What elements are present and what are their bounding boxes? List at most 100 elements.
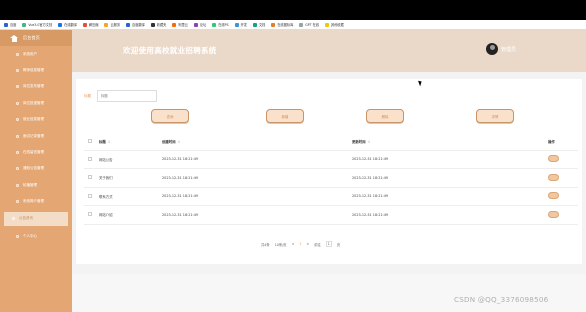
sort-icon[interactable]: ⇕ bbox=[368, 140, 371, 144]
row-checkbox[interactable] bbox=[88, 175, 92, 180]
bookmark-item[interactable]: 云服务 bbox=[104, 22, 120, 27]
bookmark-item[interactable]: 百度 bbox=[4, 22, 16, 27]
header-updated[interactable]: 更新时间 ⇕ bbox=[352, 134, 548, 151]
row-action-button[interactable] bbox=[548, 155, 559, 163]
bookmark-label: 在线翻译 bbox=[64, 23, 77, 27]
row-action-button[interactable] bbox=[548, 192, 559, 200]
menu-bullet-icon bbox=[16, 151, 19, 155]
header-title[interactable]: 标题 ⇕ bbox=[99, 134, 162, 151]
sidebar-item[interactable]: 个人中心 bbox=[0, 228, 72, 244]
bookmark-item[interactable]: Vue3.0官方文档 bbox=[22, 22, 52, 27]
cell-title: 联系方式 bbox=[99, 187, 162, 206]
search-row: 标题 bbox=[84, 90, 157, 102]
sort-icon[interactable]: ⇕ bbox=[178, 140, 181, 144]
header-created[interactable]: 创建时间 ⇕ bbox=[162, 134, 352, 151]
sidebar-item[interactable]: 教师信息管理 bbox=[0, 62, 72, 78]
sort-icon[interactable]: ⇕ bbox=[108, 140, 111, 144]
bookmark-item[interactable]: 阿里云 bbox=[172, 22, 188, 27]
user-menu[interactable]: 管理员 bbox=[486, 43, 516, 55]
next-page-button[interactable]: > bbox=[306, 242, 309, 246]
bookmark-item[interactable]: 论坛 bbox=[193, 22, 207, 27]
sidebar-item[interactable]: 公告资讯 bbox=[4, 211, 68, 226]
sidebar-item[interactable]: 系统简介管理 bbox=[0, 194, 72, 210]
row-check-cell[interactable] bbox=[84, 187, 99, 206]
sidebar-item-label: 轮播管理 bbox=[23, 182, 37, 187]
delete-button[interactable]: 删除 bbox=[366, 109, 404, 123]
table-row[interactable]: 联系方式 2023-12-31 18:21:49 2023-12-31 18:21:… bbox=[84, 187, 578, 206]
avatar[interactable] bbox=[486, 43, 498, 55]
menu-bullet-icon bbox=[16, 85, 19, 89]
home-icon bbox=[10, 34, 18, 42]
select-all-cell[interactable] bbox=[84, 134, 99, 151]
add-button[interactable]: 新增 bbox=[266, 109, 304, 123]
row-action-button[interactable] bbox=[548, 173, 559, 181]
main-area: 欢迎使用高校就业招聘系统 管理员 标题 查询 新增 删除 详情 标题⇕ 创建时间… bbox=[72, 30, 586, 312]
sidebar-item-label: 教师信息管理 bbox=[23, 68, 44, 73]
cell-created: 2023-12-31 18:21:49 bbox=[162, 187, 352, 206]
sidebar-home[interactable]: 后台首页 bbox=[0, 30, 72, 46]
sidebar-item-label: 系统用户 bbox=[23, 51, 37, 56]
bookmark-icon bbox=[104, 22, 109, 27]
menu-bullet-icon bbox=[16, 234, 19, 238]
row-check-cell[interactable] bbox=[84, 168, 99, 188]
pagination-total: 共4条 bbox=[261, 242, 270, 247]
bookmark-item[interactable]: GPT 在线 bbox=[299, 22, 319, 27]
bookmark-item[interactable]: 在线PS bbox=[212, 22, 229, 27]
bookmark-item[interactable]: 在线翻译 bbox=[58, 22, 77, 27]
page-size-select[interactable]: 10条/页 bbox=[275, 242, 287, 247]
bookmark-label: 百度 bbox=[10, 23, 17, 27]
bookmark-label: 在线图标库 bbox=[277, 23, 294, 27]
bookmark-item[interactable]: 收藏夹 bbox=[150, 22, 167, 27]
cell-title: 网站介绍 bbox=[99, 205, 162, 225]
table-row[interactable]: 关于我们 2023-12-31 18:21:49 2023-12-31 18:21:… bbox=[84, 168, 578, 188]
bookmark-item[interactable]: 百度翻译 bbox=[126, 22, 145, 27]
bookmark-item[interactable]: 文档 bbox=[252, 22, 265, 27]
bookmark-item[interactable]: 解压缩 bbox=[82, 22, 98, 27]
row-checkbox[interactable] bbox=[88, 212, 92, 217]
sidebar-item-label: 岗位投递管理 bbox=[23, 100, 44, 105]
table-row[interactable]: 网站公告 2023-12-31 18:21:49 2023-12-31 18:21:… bbox=[84, 150, 578, 169]
detail-button[interactable]: 详情 bbox=[476, 109, 514, 123]
bookmark-item[interactable]: 其他收藏 bbox=[325, 22, 344, 27]
bookmark-icon bbox=[325, 22, 330, 27]
search-input[interactable] bbox=[97, 90, 157, 102]
row-checkbox[interactable] bbox=[88, 193, 92, 198]
query-button[interactable]: 查询 bbox=[151, 109, 189, 123]
row-check-cell[interactable] bbox=[84, 205, 99, 225]
bookmark-label: 百度翻译 bbox=[132, 23, 145, 27]
cell-created: 2023-12-31 18:21:49 bbox=[162, 168, 352, 188]
prev-page-button[interactable]: < bbox=[292, 242, 295, 246]
bookmark-icon bbox=[150, 22, 155, 27]
browser-top-bar bbox=[0, 0, 586, 20]
bookmark-item[interactable]: 开发 bbox=[234, 22, 247, 27]
sidebar-item[interactable]: 轮播管理 bbox=[0, 177, 72, 193]
header-updated-label: 更新时间 bbox=[352, 140, 366, 145]
bookmark-label: 云服务 bbox=[110, 23, 121, 27]
sidebar-item[interactable]: 就业信息管理 bbox=[0, 112, 72, 128]
bookmark-label: 论坛 bbox=[199, 23, 207, 27]
sidebar-item[interactable]: 岗位发布管理 bbox=[0, 79, 72, 95]
bookmark-item[interactable]: 在线图标库 bbox=[271, 22, 293, 27]
bookmark-label: Vue3.0官方文档 bbox=[28, 23, 53, 27]
sidebar-item[interactable]: 岗位投递管理 bbox=[0, 95, 72, 111]
menu-bullet-icon bbox=[16, 200, 19, 204]
bookmark-label: 收藏夹 bbox=[156, 23, 167, 27]
cell-updated: 2023-12-31 18:21:49 bbox=[352, 205, 548, 225]
sidebar-item[interactable]: 面试记录管理 bbox=[0, 128, 72, 144]
cell-action bbox=[548, 168, 578, 188]
row-check-cell[interactable] bbox=[84, 150, 99, 169]
cell-created: 2023-12-31 18:21:49 bbox=[162, 150, 352, 169]
sidebar-home-label: 后台首页 bbox=[23, 35, 40, 40]
sidebar-item[interactable]: 在线留言管理 bbox=[0, 144, 72, 160]
sidebar-item[interactable]: 系统用户 bbox=[0, 46, 72, 62]
row-checkbox[interactable] bbox=[88, 156, 92, 161]
row-action-button[interactable] bbox=[548, 210, 559, 218]
table-row[interactable]: 网站介绍 2023-12-31 18:21:49 2023-12-31 18:21:… bbox=[84, 205, 578, 225]
current-page[interactable]: 1 bbox=[299, 242, 301, 246]
sidebar-item[interactable]: 通知公告管理 bbox=[0, 161, 72, 177]
sidebar-item-label: 系统简介管理 bbox=[23, 199, 44, 204]
menu-bullet-icon bbox=[16, 101, 19, 105]
goto-page-input[interactable]: 1 bbox=[325, 241, 332, 247]
select-all-checkbox[interactable] bbox=[88, 139, 92, 144]
user-name[interactable]: 管理员 bbox=[501, 46, 516, 53]
